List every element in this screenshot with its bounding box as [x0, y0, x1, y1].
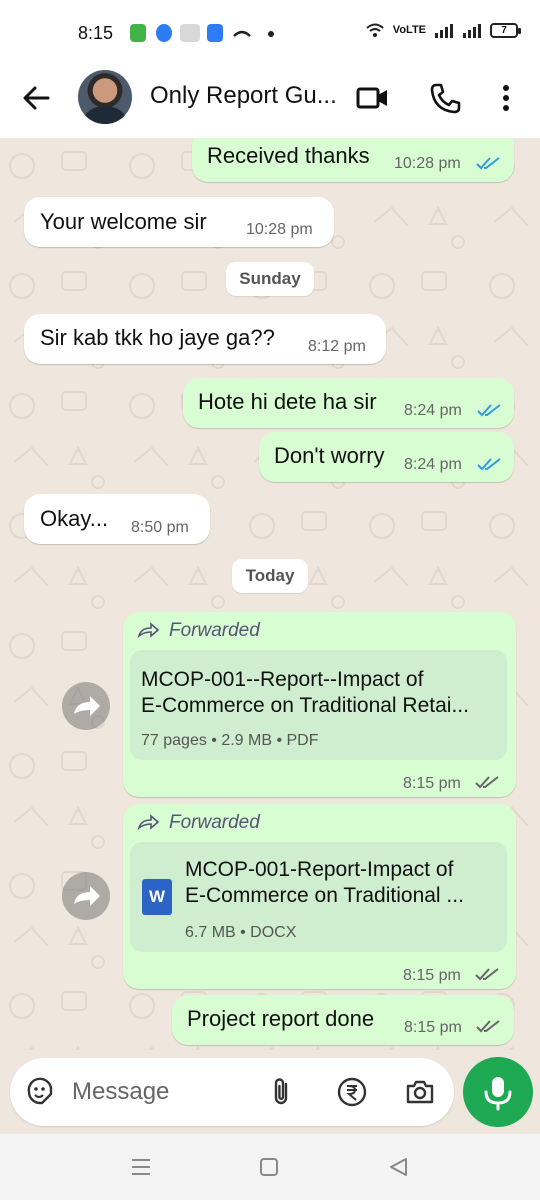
message-text: Okay... — [40, 506, 109, 531]
forward-icon — [137, 814, 159, 831]
sent-receipt-icon — [475, 776, 499, 789]
read-receipt-icon — [477, 458, 501, 471]
more-vert-icon[interactable] — [490, 82, 522, 114]
avatar[interactable] — [78, 70, 132, 124]
message-bubble-outgoing[interactable]: Project report done 8:15 pm — [172, 995, 514, 1045]
message-text: Your welcome sir — [40, 209, 207, 234]
document-meta: 6.7 MB • DOCX — [185, 924, 297, 941]
app-notification-icon — [156, 24, 172, 42]
chat-area[interactable]: Received thanks 10:28 pm Your welcome si… — [0, 138, 540, 1050]
forward-icon — [137, 622, 159, 639]
message-time: 8:24 pm — [404, 402, 462, 419]
signal-icon — [463, 24, 481, 38]
message-bubble-outgoing[interactable]: Hote hi dete ha sir 8:24 pm — [183, 378, 514, 428]
voice-record-button[interactable] — [463, 1057, 533, 1127]
message-time: 8:15 pm — [404, 1019, 462, 1036]
message-text: Hote hi dete ha sir — [198, 389, 377, 414]
wifi-icon — [366, 23, 384, 37]
message-time: 8:12 pm — [308, 338, 366, 355]
chat-header: Only Report Gu... — [0, 62, 540, 138]
message-bubble-incoming[interactable]: Your welcome sir 10:28 pm — [24, 197, 334, 247]
attach-icon[interactable] — [266, 1076, 298, 1108]
home-icon[interactable] — [258, 1156, 280, 1178]
sticker-icon[interactable] — [24, 1076, 56, 1108]
message-time: 8:50 pm — [131, 519, 189, 536]
message-time: 10:28 pm — [394, 155, 461, 172]
phone-icon[interactable] — [428, 82, 462, 114]
message-time: 10:28 pm — [246, 221, 313, 238]
mic-icon — [484, 1077, 512, 1111]
signal-icon — [435, 24, 453, 38]
message-text: Sir kab tkk ho jaye ga?? — [40, 325, 275, 350]
message-bubble-outgoing[interactable]: Received thanks 10:28 pm — [192, 138, 514, 182]
document-title: MCOP-001-Report-Impact of E-Commerce on … — [185, 858, 464, 907]
system-nav-bar — [0, 1134, 540, 1200]
message-bubble-forwarded-document[interactable]: Forwarded W MCOP-001-Report-Impact of E-… — [123, 804, 516, 989]
message-text: Project report done — [187, 1006, 375, 1031]
message-text: Don't worry — [274, 443, 385, 468]
rupee-icon[interactable] — [336, 1076, 368, 1108]
share-button[interactable] — [62, 872, 110, 920]
sent-receipt-icon — [476, 1020, 500, 1033]
chat-title[interactable]: Only Report Gu... — [150, 82, 348, 110]
message-bubble-incoming[interactable]: Okay... 8:50 pm — [24, 494, 210, 544]
camera-icon[interactable] — [404, 1076, 436, 1108]
message-bubble-outgoing[interactable]: Don't worry 8:24 pm — [259, 432, 514, 482]
message-bubble-incoming[interactable]: Sir kab tkk ho jaye ga?? 8:12 pm — [24, 314, 386, 364]
share-icon — [74, 696, 100, 716]
share-icon — [74, 886, 100, 906]
message-bubble-forwarded-document[interactable]: Forwarded MCOP-001--Report--Impact of E-… — [123, 612, 516, 797]
message-composer — [10, 1058, 454, 1126]
status-time: 8:15 — [78, 23, 114, 43]
sent-receipt-icon — [475, 968, 499, 981]
play-notification-icon — [207, 24, 223, 42]
document-card[interactable]: MCOP-001--Report--Impact of E-Commerce o… — [130, 650, 507, 760]
document-meta: 77 pages • 2.9 MB • PDF — [141, 732, 319, 749]
document-title: MCOP-001--Report--Impact of E-Commerce o… — [141, 668, 469, 717]
message-time: 8:24 pm — [404, 456, 462, 473]
document-card[interactable]: W MCOP-001-Report-Impact of E-Commerce o… — [130, 842, 507, 952]
forwarded-label: Forwarded — [169, 620, 260, 641]
share-button[interactable] — [62, 682, 110, 730]
word-doc-icon: W — [142, 879, 172, 915]
status-bar: 8:15 VoLTE 7 — [0, 0, 540, 62]
forwarded-label: Forwarded — [169, 812, 260, 833]
message-time: 8:15 pm — [403, 967, 461, 984]
message-input[interactable] — [72, 1076, 252, 1108]
date-separator: Today — [232, 559, 308, 593]
read-receipt-icon — [476, 157, 500, 170]
network-label: VoLTE — [392, 24, 426, 36]
read-receipt-icon — [477, 404, 501, 417]
message-text: Received thanks — [207, 143, 370, 168]
date-separator: Sunday — [226, 262, 314, 296]
back-arrow-icon[interactable] — [20, 82, 52, 114]
recents-icon[interactable] — [128, 1156, 154, 1178]
app-notification-icon — [180, 24, 200, 42]
battery-icon: 7 — [490, 22, 521, 38]
message-time: 8:15 pm — [403, 775, 461, 792]
video-call-icon[interactable] — [356, 82, 390, 114]
back-nav-icon[interactable] — [386, 1156, 410, 1178]
missed-call-icon — [233, 30, 251, 37]
app-notification-icon — [130, 24, 146, 42]
dot-icon — [268, 31, 274, 37]
